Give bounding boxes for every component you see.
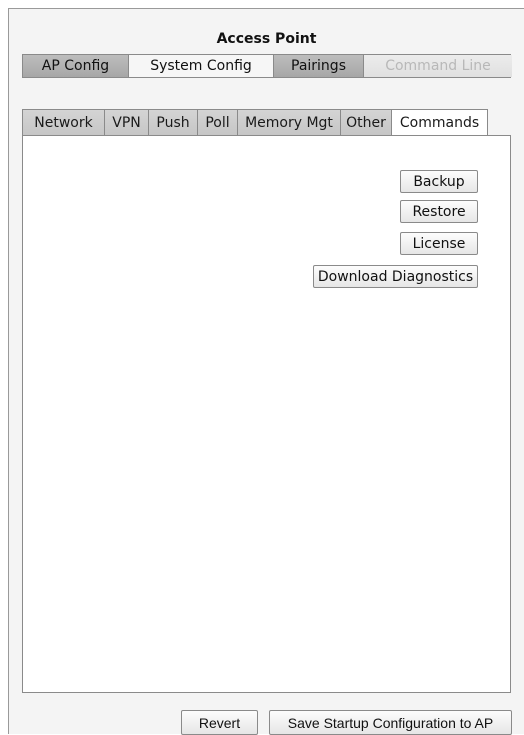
subtab-vpn[interactable]: VPN — [105, 109, 149, 136]
download-diagnostics-button[interactable]: Download Diagnostics — [313, 265, 478, 288]
subtab-poll[interactable]: Poll — [198, 109, 238, 136]
tab-ap-config[interactable]: AP Config — [23, 55, 129, 77]
window-title: Access Point — [216, 31, 317, 47]
sub-tab-bar: Network VPN Push Poll Memory Mgt Other C… — [22, 109, 488, 137]
restore-button[interactable]: Restore — [400, 200, 478, 223]
subtab-push[interactable]: Push — [149, 109, 198, 136]
backup-button[interactable]: Backup — [400, 170, 478, 193]
tab-pairings[interactable]: Pairings — [274, 55, 364, 77]
commands-panel: Backup Restore License Download Diagnost… — [22, 135, 511, 693]
top-tab-bar: AP Config System Config Pairings Command… — [22, 54, 512, 78]
revert-button[interactable]: Revert — [181, 710, 258, 735]
subtab-network[interactable]: Network — [22, 109, 105, 136]
access-point-window: Access Point AP Config System Config Pai… — [8, 8, 524, 735]
save-startup-config-button[interactable]: Save Startup Configuration to AP — [269, 710, 512, 735]
license-button[interactable]: License — [400, 232, 478, 255]
tab-system-config[interactable]: System Config — [129, 55, 274, 77]
tab-command-line: Command Line — [364, 55, 512, 77]
subtab-commands[interactable]: Commands — [392, 109, 488, 137]
subtab-other[interactable]: Other — [341, 109, 392, 136]
subtab-memory-mgt[interactable]: Memory Mgt — [238, 109, 341, 136]
